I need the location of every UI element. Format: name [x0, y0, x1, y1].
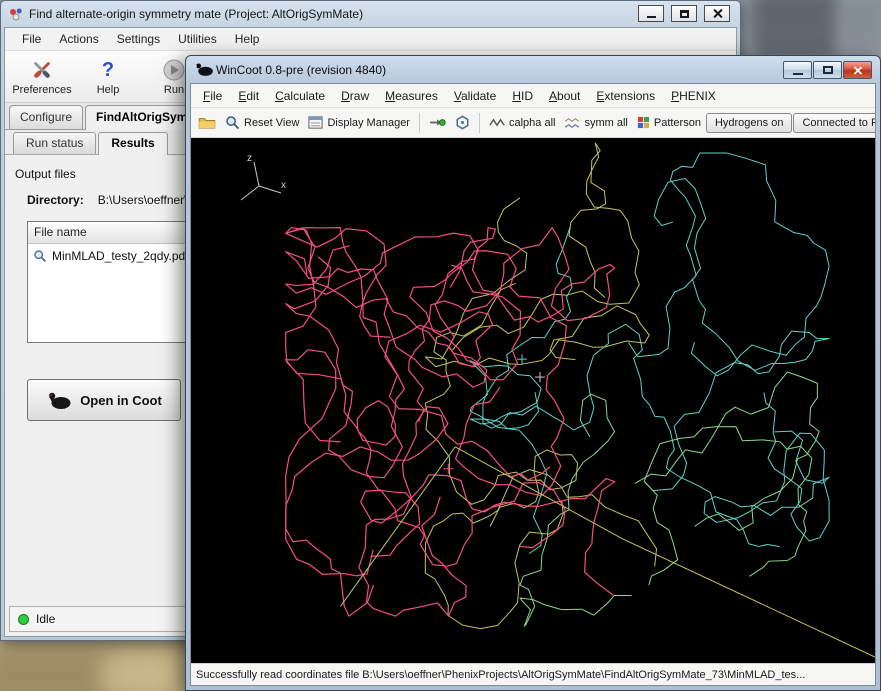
screen: Find alternate-origin symmetry mate (Pro…	[0, 0, 881, 691]
wincoot-statusbar: Successfully read coordinates file B:\Us…	[191, 663, 875, 685]
menu-phenix[interactable]: PHENIX	[663, 85, 724, 107]
wincoot-toolbar: Reset View Display Manager	[191, 108, 875, 138]
calpha-all-button[interactable]: calpha all	[485, 114, 559, 132]
phenix-window-title: Find alternate-origin symmetry mate (Pro…	[29, 7, 363, 21]
menu-edit[interactable]: Edit	[230, 85, 267, 107]
menu-validate[interactable]: Validate	[446, 85, 505, 107]
wincoot-window: WinCoot 0.8-pre (revision 4840) File Edi…	[185, 55, 881, 691]
close-button[interactable]	[843, 61, 872, 79]
symm-all-button[interactable]: symm all	[560, 114, 631, 132]
phenix-menubar: File Actions Settings Utilities Help	[5, 28, 736, 51]
close-icon	[853, 65, 863, 75]
open-folder-icon	[198, 116, 216, 130]
reset-view-button[interactable]: Reset View	[221, 112, 303, 133]
menu-measures[interactable]: Measures	[377, 85, 446, 107]
open-in-coot-label: Open in Coot	[80, 393, 162, 408]
calpha-trace-icon	[489, 117, 505, 128]
close-icon	[712, 8, 723, 19]
open-coordinates-button[interactable]	[194, 113, 220, 133]
desktop-photo-blur	[836, 0, 881, 52]
menu-about[interactable]: About	[541, 85, 588, 107]
magnifier-icon	[33, 249, 47, 263]
coot-bird-icon	[46, 390, 72, 410]
menu-settings[interactable]: Settings	[108, 29, 169, 49]
go-to-atom-button[interactable]	[425, 113, 450, 132]
phenix-connection-button[interactable]: Connected to PHENIX	[793, 113, 875, 133]
phenix-app-icon	[8, 6, 24, 22]
close-button[interactable]	[704, 5, 730, 22]
minimize-icon	[647, 16, 656, 18]
symmetry-icon	[564, 117, 580, 129]
tab-run-status[interactable]: Run status	[13, 132, 96, 154]
go-to-ligand-button[interactable]	[451, 112, 474, 133]
menu-file[interactable]: File	[195, 85, 230, 107]
molecule-wireframe	[191, 138, 875, 663]
tab-results[interactable]: Results	[98, 132, 167, 155]
axis-label-x: x	[281, 180, 286, 191]
menu-calculate[interactable]: Calculate	[267, 85, 333, 107]
minimize-button[interactable]	[783, 61, 812, 79]
axis-lines	[229, 156, 299, 216]
wincoot-titlebar[interactable]: WinCoot 0.8-pre (revision 4840)	[186, 56, 880, 83]
file-name: MinMLAD_testy_2qdy.pdb	[52, 249, 192, 263]
patterson-button[interactable]: Patterson	[633, 113, 705, 132]
axis-gizmo: z x	[229, 156, 299, 216]
menu-draw[interactable]: Draw	[333, 85, 377, 107]
status-indicator-dot	[18, 614, 29, 625]
menu-actions[interactable]: Actions	[50, 29, 107, 49]
menu-utilities[interactable]: Utilities	[169, 29, 226, 49]
help-icon: ?	[102, 58, 114, 82]
help-button[interactable]: ? Help	[75, 51, 141, 102]
directory-label: Directory:	[27, 193, 84, 207]
toolbar-separator	[419, 113, 420, 133]
open-in-coot-button[interactable]: Open in Coot	[27, 379, 181, 421]
gl-viewport[interactable]: z x	[191, 138, 875, 663]
hydrogens-toggle-button[interactable]: Hydrogens on	[706, 113, 793, 133]
menu-file[interactable]: File	[13, 29, 50, 49]
display-manager-button[interactable]: Display Manager	[304, 112, 414, 133]
wincoot-app-icon	[194, 61, 214, 77]
maximize-button[interactable]	[671, 5, 697, 22]
menu-extensions[interactable]: Extensions	[588, 85, 663, 107]
maximize-icon	[823, 66, 833, 74]
preferences-button[interactable]: Preferences	[9, 51, 75, 102]
preferences-icon	[30, 58, 54, 82]
minimize-button[interactable]	[638, 5, 664, 22]
menu-hid[interactable]: HID	[504, 85, 541, 107]
status-text: Idle	[36, 612, 55, 626]
wincoot-window-title: WinCoot 0.8-pre (revision 4840)	[216, 63, 386, 77]
axis-label-z: z	[247, 153, 252, 164]
desktop-photo-blur	[752, 0, 838, 58]
toolbar-separator	[479, 113, 480, 133]
wincoot-menubar: File Edit Calculate Draw Measures Valida…	[191, 84, 875, 108]
statusbar-text: Successfully read coordinates file B:\Us…	[196, 669, 805, 681]
minimize-icon	[793, 73, 803, 75]
go-to-atom-icon	[429, 116, 446, 129]
phenix-titlebar[interactable]: Find alternate-origin symmetry mate (Pro…	[1, 1, 740, 27]
ligand-icon	[455, 115, 470, 130]
display-manager-icon	[308, 115, 323, 130]
run-icon	[162, 58, 186, 82]
patterson-icon	[637, 116, 650, 129]
maximize-icon	[680, 10, 689, 18]
menu-help[interactable]: Help	[226, 29, 269, 49]
magnifier-icon	[225, 115, 240, 130]
maximize-button[interactable]	[813, 61, 842, 79]
tab-configure[interactable]: Configure	[9, 105, 83, 129]
wincoot-body: File Edit Calculate Draw Measures Valida…	[190, 83, 876, 686]
